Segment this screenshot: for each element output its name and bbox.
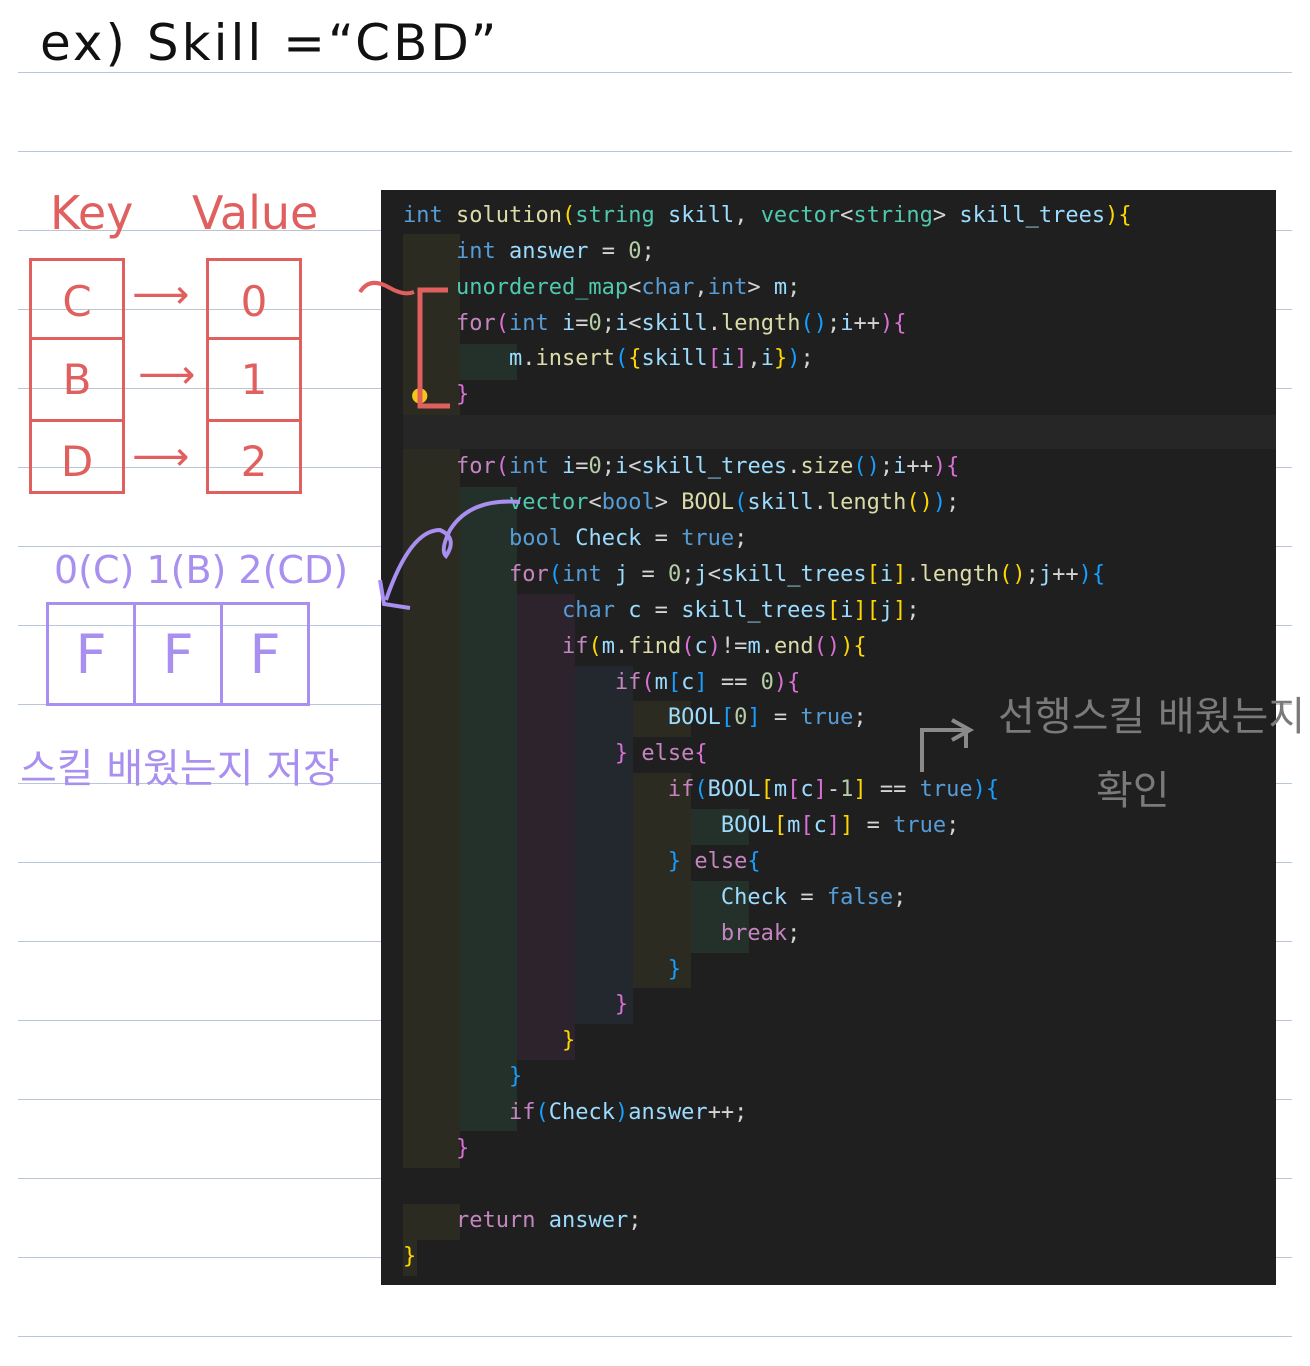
map-key-column: C B D <box>29 258 125 494</box>
check-caption: 선행스킬 배웠는지 <box>998 694 1306 740</box>
code-line: for(int i=0;i<skill_trees.size();i++){ <box>455 454 960 479</box>
code-line: Check = false; <box>720 885 907 910</box>
bool-vector-box: F F F <box>46 602 310 706</box>
code-line: BOOL[m[c]] = true; <box>720 813 960 838</box>
map-value-cell: 2 <box>209 419 299 500</box>
vector-caption: 스킬 배웠는지 저장 <box>20 746 340 792</box>
code-line: int answer = 0; <box>455 239 655 264</box>
map-key-label: Key <box>50 186 134 240</box>
code-line: if(m.find(c)!=m.end()){ <box>561 634 867 659</box>
arrow-right-icon: ⟶ <box>132 434 190 480</box>
notebook-rule <box>18 1336 1292 1337</box>
check-caption: 확인 <box>1096 768 1170 814</box>
code-line: break; <box>720 921 801 946</box>
map-key-cell: D <box>32 419 122 500</box>
code-line: } <box>561 1028 576 1053</box>
map-value-cell: 1 <box>209 337 299 418</box>
map-key-cell: B <box>32 337 122 418</box>
bool-vector-cell: F <box>220 605 307 703</box>
keyword: int <box>403 203 443 228</box>
annotation-arrow <box>920 718 975 772</box>
code-line: return answer; <box>455 1208 642 1233</box>
bool-vector-cell: F <box>75 622 107 686</box>
code-line: } <box>614 992 629 1017</box>
note-title: ex) Skill =“CBD” <box>40 14 500 72</box>
annotation-arrow <box>378 499 521 610</box>
arrow-right-icon: ⟶ <box>138 352 196 398</box>
function-name: solution <box>456 203 562 228</box>
code-line: BOOL[0] = true; <box>667 705 867 730</box>
code-line: if(BOOL[m[c]-1] == true){ <box>667 777 1000 802</box>
code-line: if(m[c] == 0){ <box>614 670 801 695</box>
notebook-rule <box>18 151 1292 152</box>
code-line: int solution(string skill, vector<string… <box>403 203 1132 228</box>
notebook-rule <box>18 72 1292 73</box>
code-line: if(Check)answer++; <box>508 1100 748 1125</box>
code-line: } <box>667 957 682 982</box>
map-value-label: Value <box>192 186 319 240</box>
vector-header: 0(C) 1(B) 2(CD) <box>54 548 349 592</box>
code-line: } <box>403 1244 417 1269</box>
map-key-cell: C <box>62 277 92 326</box>
code-line: } else{ <box>667 849 761 874</box>
bool-vector-cell: F <box>133 605 220 703</box>
current-line-highlight <box>403 415 1276 449</box>
code-line: } <box>508 1064 523 1089</box>
code-line: } else{ <box>614 741 708 766</box>
code-line: for(int i=0;i<skill.length();i++){ <box>455 311 907 336</box>
map-value-column: 0 1 2 <box>206 258 302 494</box>
code-line: } <box>455 1136 470 1161</box>
annotation-bracket <box>358 280 450 409</box>
map-value-cell: 0 <box>240 277 268 326</box>
arrow-right-icon: ⟶ <box>132 272 190 318</box>
